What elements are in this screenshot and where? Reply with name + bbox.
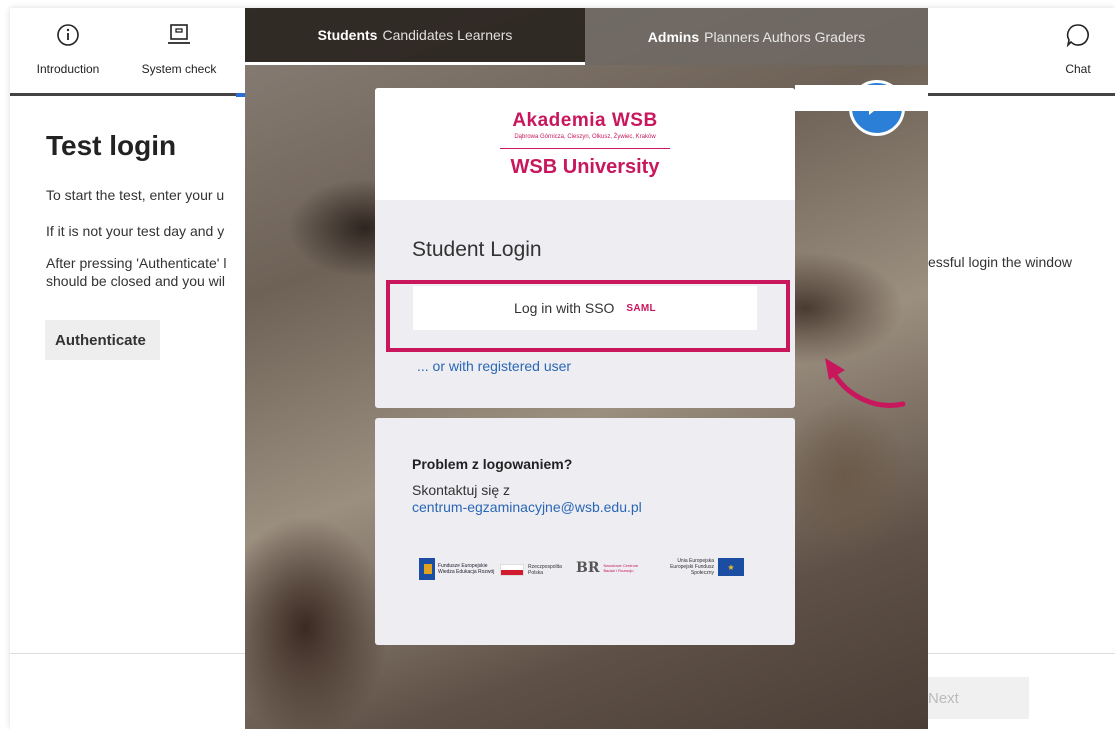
nav-item-chat[interactable]: Chat (1050, 22, 1106, 76)
logo-cities-text: Dąbrowa Górnicza, Cieszyn, Olkusz, Żywie… (514, 134, 656, 140)
role-tabs: Students Candidates Learners Admins Plan… (245, 8, 928, 65)
help-email-link[interactable]: centrum-egzaminacyjne@wsb.edu.pl (412, 499, 642, 515)
help-text: Skontaktuj się z (412, 482, 511, 498)
logo-divider (500, 148, 670, 149)
university-logo: Akademia WSB Dąbrowa Górnicza, Cieszyn, … (375, 88, 795, 200)
authenticate-button[interactable]: Authenticate (45, 320, 160, 360)
nav-label-introduction: Introduction (36, 62, 100, 76)
tab-students-subtitle: Candidates Learners (382, 27, 513, 43)
fundusze-europejskie-logo: Fundusze Europejskie Wiedza Edukacja Roz… (419, 558, 498, 580)
login-heading: Student Login (412, 238, 542, 261)
chat-icon (1066, 24, 1089, 48)
info-icon (57, 24, 79, 46)
page-title: Test login (46, 130, 177, 161)
nav-label-system-check: System check (141, 62, 217, 76)
login-window: Students Candidates Learners Admins Plan… (245, 8, 928, 729)
help-card: Problem z logowaniem? Skontaktuj się z c… (375, 418, 795, 645)
header-strip (795, 85, 928, 111)
help-title: Problem z logowaniem? (412, 456, 573, 472)
instruction-text-2: If it is not your test day and y (46, 223, 225, 239)
login-card: Akademia WSB Dąbrowa Górnicza, Cieszyn, … (375, 88, 795, 408)
tab-students[interactable]: Students Candidates Learners (245, 8, 585, 65)
ncbr-logo: BR Narodowe Centrum Badań i Rozwoju (576, 560, 639, 576)
pointer-arrow-icon (825, 358, 906, 408)
tab-admins-subtitle: Planners Authors Graders (704, 28, 866, 45)
instruction-text-1: To start the test, enter your u (46, 187, 225, 203)
tab-admins[interactable]: Admins Planners Authors Graders (585, 8, 928, 65)
logo-university-text: WSB University (510, 156, 660, 178)
sso-highlight-box (386, 280, 790, 352)
next-button[interactable]: Next (914, 677, 1029, 719)
rzeczpospolita-logo: Rzeczpospolita Polska (500, 564, 568, 576)
logo-akademia-text: Akademia WSB (512, 110, 658, 131)
funding-logos: Fundusze Europejskie Wiedza Edukacja Roz… (412, 558, 752, 582)
tab-admins-title: Admins (647, 28, 700, 45)
nav-item-system-check[interactable]: System check (134, 22, 224, 76)
laptop-icon (168, 24, 190, 44)
unia-europejska-logo: Unia Europejska Europejski Fundusz Społe… (658, 558, 744, 576)
instruction-text-3-right: essful login the window (928, 254, 1072, 270)
tab-students-title: Students (317, 27, 378, 43)
instruction-text-3: After pressing 'Authenticate' l should b… (46, 255, 227, 289)
nav-item-introduction[interactable]: Introduction (30, 22, 106, 76)
nav-label-chat: Chat (1065, 62, 1091, 76)
registered-user-link[interactable]: ... or with registered user (417, 358, 571, 374)
